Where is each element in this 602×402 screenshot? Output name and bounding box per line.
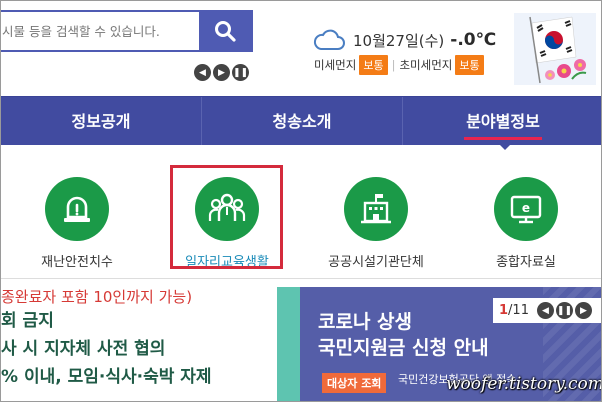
- korean-flag-emblem-icon: [514, 13, 596, 85]
- main-nav: 정보공개 청송소개 분야별정보: [1, 96, 601, 145]
- weather-widget: 10월27일(수) -.0℃: [313, 29, 496, 51]
- ultrafine-dust-label: 초미세먼지: [399, 58, 453, 72]
- pager-current: 1: [499, 303, 509, 318]
- page-frame: ◀ ▶ ❚❚ 10월27일(수) -.0℃ 미세먼지 보통 | 초미세먼지 보통: [0, 0, 602, 402]
- notice-line: 종완료자 포함 10인까지 가능): [1, 288, 193, 306]
- category-public-facilities[interactable]: 공공시설기관단체: [316, 177, 436, 270]
- nav-item-info-disclosure[interactable]: 정보공개: [1, 97, 202, 145]
- category-menu: 재난안전치수 일자리교육생활 공공시설기관단체 e 종합자료실: [1, 149, 601, 279]
- search-bar: [1, 10, 253, 52]
- notice-line: % 이내, 모임·식사·숙박 자제: [1, 367, 212, 387]
- notice-line: 회 금지: [1, 311, 54, 331]
- category-icon-circle: [344, 177, 408, 241]
- banner-pause-icon[interactable]: ❚❚: [555, 302, 573, 319]
- banner-title: 코로나 상생: [318, 311, 413, 333]
- notice-accent-strip: [277, 287, 300, 401]
- category-label: 재난안전치수: [41, 255, 113, 270]
- public-building-icon: [361, 194, 391, 224]
- search-input[interactable]: [1, 12, 199, 50]
- pause-icon[interactable]: ❚❚: [232, 64, 249, 81]
- section-divider: [1, 278, 601, 279]
- banner-subtitle: 국민지원금 신청 안내: [318, 337, 489, 359]
- nav-item-label: 청송소개: [272, 111, 332, 131]
- ultrafine-dust-badge: 보통: [455, 55, 484, 75]
- alarm-light-icon: [64, 196, 90, 222]
- dust-status: 미세먼지 보통 | 초미세먼지 보통: [314, 55, 484, 75]
- pager-total: /11: [508, 303, 529, 318]
- nav-item-label: 정보공개: [71, 111, 131, 131]
- e-monitor-icon: e: [510, 195, 542, 224]
- banner-pager: 1 /11 ◀ ❚❚ ▶: [493, 298, 601, 323]
- notice-text: 종완료자 포함 10인까지 가능) 회 금지 사 시 지자체 사전 협의 % 이…: [1, 287, 277, 401]
- search-button[interactable]: [199, 12, 251, 50]
- watermark: woofer.tistory.com: [446, 374, 602, 394]
- nav-item-cheongsong-intro[interactable]: 청송소개: [202, 97, 403, 145]
- search-icon: [215, 21, 236, 42]
- dust-separator: |: [391, 58, 396, 72]
- selection-highlight-box: [170, 165, 283, 269]
- notice-line: 사 시 지자체 사전 협의: [1, 339, 166, 359]
- category-label: 종합자료실: [496, 255, 556, 270]
- nav-item-label: 분야별정보: [464, 108, 542, 140]
- category-label: 공공시설기관단체: [328, 255, 424, 270]
- category-disaster-safety[interactable]: 재난안전치수: [17, 177, 137, 270]
- category-icon-circle: [45, 177, 109, 241]
- banner-next-icon[interactable]: ▶: [574, 302, 592, 319]
- fine-dust-badge: 보통: [359, 55, 388, 75]
- next-icon[interactable]: ▶: [213, 64, 230, 81]
- nav-item-field-info[interactable]: 분야별정보: [403, 97, 601, 145]
- category-icon-circle: e: [494, 177, 558, 241]
- prev-icon[interactable]: ◀: [194, 64, 211, 81]
- header-slider-controls: ◀ ▶ ❚❚: [194, 64, 249, 81]
- cloud-icon: [313, 29, 345, 50]
- fine-dust-label: 미세먼지: [314, 58, 357, 72]
- category-general-archive[interactable]: e 종합자료실: [466, 177, 586, 270]
- svg-text:e: e: [522, 201, 530, 215]
- banner-tag: 대상자 조회: [322, 373, 387, 393]
- weather-date: 10월27일(수): [353, 31, 445, 50]
- weather-temperature: -.0℃: [450, 30, 497, 50]
- banner-prev-icon[interactable]: ◀: [536, 302, 554, 319]
